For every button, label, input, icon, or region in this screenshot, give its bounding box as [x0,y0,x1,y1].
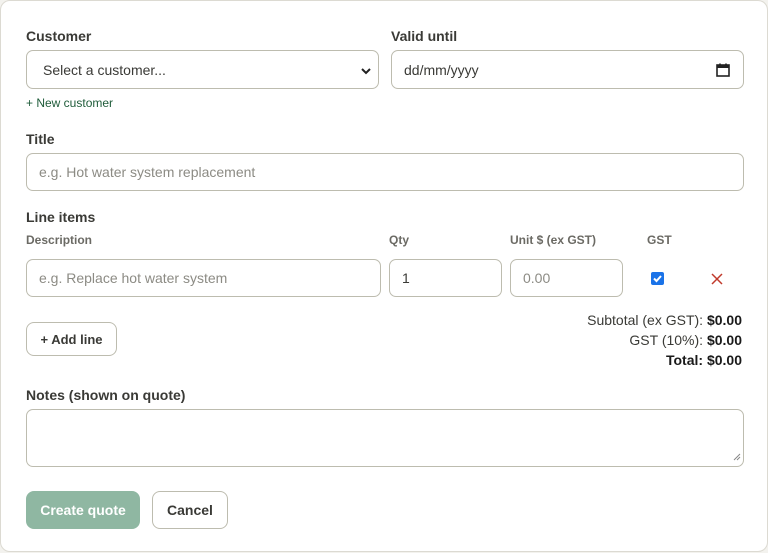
line-description-placeholder: e.g. Replace hot water system [39,270,228,286]
quote-form: Customer Select a customer... + New cust… [0,0,768,552]
gst-value: $0.00 [706,332,742,348]
calendar-icon[interactable] [716,63,730,80]
total-row: Total: $0.00 [587,350,742,370]
line-unit-price-placeholder: 0.00 [523,270,551,286]
valid-until-label: Valid until [391,28,458,44]
notes-textarea[interactable] [26,409,744,467]
chevron-down-icon [360,64,372,80]
subtotal-row: Subtotal (ex GST): $0.00 [587,310,742,330]
line-unit-price-input[interactable]: 0.00 [510,259,623,297]
customer-select-value: Select a customer... [43,61,166,78]
gst-label: GST (10%): [629,332,704,348]
subtotal-label: Subtotal (ex GST): [587,312,704,328]
create-quote-button[interactable]: Create quote [26,491,140,529]
title-label: Title [26,131,55,147]
total-value: $0.00 [706,352,742,368]
resize-handle-icon[interactable] [732,448,741,464]
line-items-label: Line items [26,209,96,225]
remove-line-button[interactable] [711,270,723,288]
valid-until-date-input[interactable]: dd/mm/yyyy [391,50,744,89]
line-qty-value: 1 [402,270,410,286]
column-qty: Qty [389,233,410,247]
customer-label: Customer [26,28,92,44]
totals-summary: Subtotal (ex GST): $0.00 GST (10%): $0.0… [587,310,742,370]
customer-select[interactable]: Select a customer... [26,50,379,89]
line-description-input[interactable]: e.g. Replace hot water system [26,259,381,297]
column-description: Description [26,233,93,247]
valid-until-value: dd/mm/yyyy [404,61,479,78]
column-unit-price: Unit $ (ex GST) [510,233,597,247]
gst-row: GST (10%): $0.00 [587,330,742,350]
add-line-button[interactable]: + Add line [26,322,117,356]
line-gst-checkbox[interactable] [651,272,664,285]
column-gst: GST [647,233,672,247]
close-icon [711,273,723,285]
total-label: Total: [665,352,704,368]
new-customer-link[interactable]: + New customer [26,96,113,110]
notes-label: Notes (shown on quote) [26,387,186,403]
title-input[interactable]: e.g. Hot water system replacement [26,153,744,191]
title-placeholder: e.g. Hot water system replacement [39,164,256,180]
checkmark-icon [653,275,662,283]
subtotal-value: $0.00 [706,312,742,328]
cancel-button[interactable]: Cancel [152,491,228,529]
line-qty-input[interactable]: 1 [389,259,502,297]
